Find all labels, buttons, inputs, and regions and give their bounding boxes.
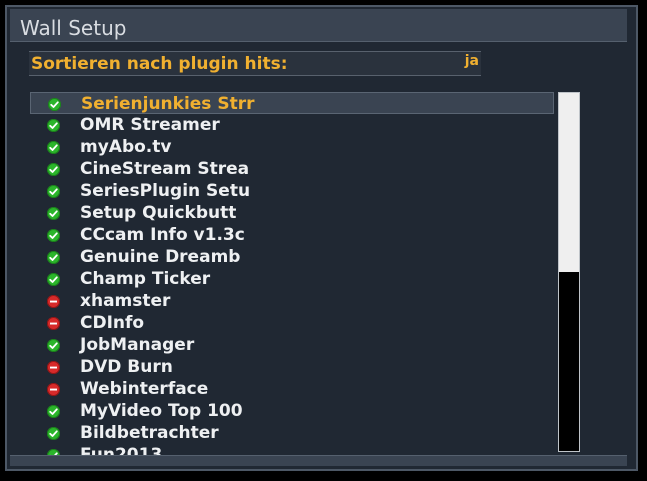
check-circle-icon — [47, 273, 60, 286]
list-item-label: CDInfo — [80, 313, 145, 333]
list-item-label: Bildbetrachter — [80, 423, 219, 443]
list-item[interactable]: Webinterface — [30, 378, 554, 400]
list-item[interactable]: Serienjunkies Strr — [30, 92, 554, 114]
list-item[interactable]: Setup Quickbutt — [30, 202, 554, 224]
list-item[interactable]: OMR Streamer — [30, 114, 554, 136]
list-item[interactable]: Genuine Dreamb — [30, 246, 554, 268]
check-circle-icon — [47, 405, 60, 418]
list-item-label: CCcam Info v1.3c — [80, 225, 245, 245]
list-item-label: SeriesPlugin Setu — [80, 181, 251, 201]
list-item-label: Serienjunkies Strr — [81, 94, 255, 114]
check-circle-icon — [48, 98, 61, 111]
check-circle-icon — [47, 229, 60, 242]
check-circle-icon — [47, 339, 60, 352]
list-item-label: JobManager — [80, 335, 195, 355]
list-item-label: Champ Ticker — [80, 269, 211, 289]
list-item[interactable]: CineStream Strea — [30, 158, 554, 180]
list-item[interactable]: CCcam Info v1.3c — [30, 224, 554, 246]
list-item-label: DVD Burn — [80, 357, 173, 377]
check-circle-icon — [47, 207, 60, 220]
list-item-label: OMR Streamer — [80, 115, 220, 135]
list-item[interactable]: Champ Ticker — [30, 268, 554, 290]
bottom-bar — [10, 455, 627, 466]
list-item[interactable]: CDInfo — [30, 312, 554, 334]
list-item-label: Fun2013 — [80, 445, 163, 455]
list-item[interactable]: Fun2013 — [30, 444, 554, 455]
minus-circle-icon — [47, 361, 60, 374]
check-circle-icon — [47, 427, 60, 440]
list-item[interactable]: MyVideo Top 100 — [30, 400, 554, 422]
scrollbar-thumb[interactable] — [559, 93, 579, 272]
window-title: Wall Setup — [20, 16, 127, 40]
minus-circle-icon — [47, 383, 60, 396]
list-item[interactable]: SeriesPlugin Setu — [30, 180, 554, 202]
list-item-label: CineStream Strea — [80, 159, 250, 179]
check-circle-icon — [47, 251, 60, 264]
list-item-label: Webinterface — [80, 379, 209, 399]
list-item-label: xhamster — [80, 291, 171, 311]
list-item[interactable]: Bildbetrachter — [30, 422, 554, 444]
plugin-list[interactable]: Serienjunkies Strr OMR Streamer myAbo.tv Ci… — [30, 92, 554, 455]
list-item-label: myAbo.tv — [80, 137, 172, 157]
list-item[interactable]: DVD Burn — [30, 356, 554, 378]
sort-by-hits-value[interactable]: ja — [465, 52, 479, 70]
list-item[interactable]: xhamster — [30, 290, 554, 312]
list-item-label: MyVideo Top 100 — [80, 401, 243, 421]
list-scrollbar[interactable] — [558, 92, 580, 452]
list-item-label: Genuine Dreamb — [80, 247, 241, 267]
check-circle-icon — [47, 119, 60, 132]
sort-by-hits-setting[interactable]: Sortieren nach plugin hits: ja — [29, 51, 481, 76]
list-item[interactable]: JobManager — [30, 334, 554, 356]
check-circle-icon — [47, 141, 60, 154]
minus-circle-icon — [47, 295, 60, 308]
check-circle-icon — [47, 163, 60, 176]
minus-circle-icon — [47, 317, 60, 330]
sort-by-hits-label: Sortieren nach plugin hits: — [31, 54, 288, 74]
list-item-label: Setup Quickbutt — [80, 203, 237, 223]
check-circle-icon — [47, 185, 60, 198]
list-item[interactable]: myAbo.tv — [30, 136, 554, 158]
